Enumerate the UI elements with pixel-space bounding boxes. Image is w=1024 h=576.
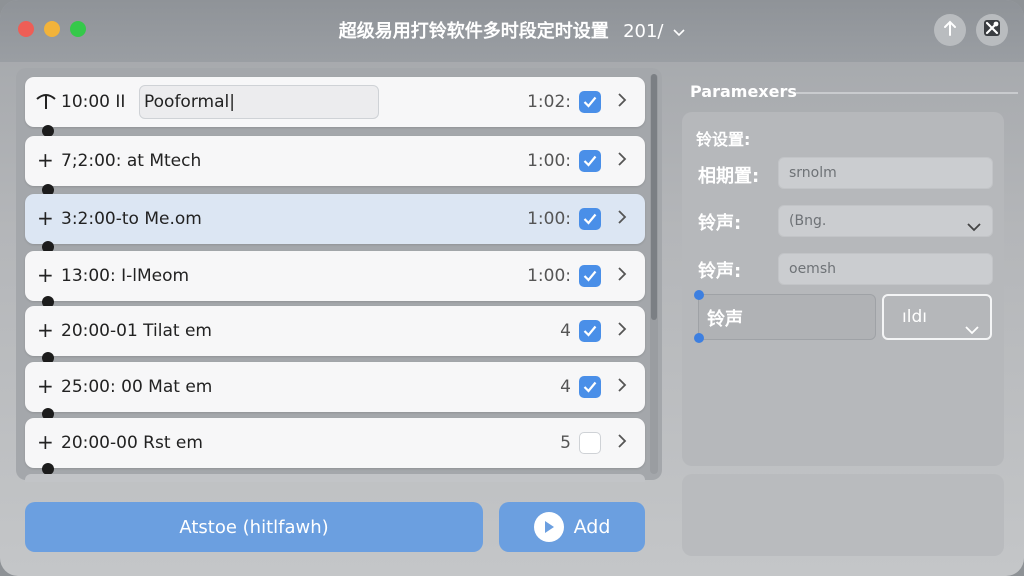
params-divider — [796, 92, 1018, 94]
chevron-right-icon[interactable] — [617, 209, 627, 229]
row-time-label: 25:00: 00 Mat em — [61, 377, 213, 397]
resize-handle-top[interactable] — [694, 290, 704, 300]
plus-icon[interactable]: + — [37, 432, 54, 452]
sound-select-value: (Bng. — [789, 213, 827, 229]
sound-option-value: ıldı — [902, 307, 927, 327]
chevron-right-icon[interactable] — [617, 321, 627, 341]
schedule-row[interactable]: 10:00 II 1:02: — [25, 77, 645, 127]
row-duration: 1:00: — [527, 209, 571, 229]
row-duration: 1:00: — [527, 151, 571, 171]
row-enabled-checkbox[interactable] — [579, 376, 601, 398]
field3-label: 铃声: — [698, 261, 742, 282]
plus-icon[interactable]: + — [37, 320, 54, 340]
sound-group-box[interactable]: 铃声 — [698, 294, 876, 340]
title-bar: 超级易用打铃软件多时段定时设置 201/ — [0, 0, 1024, 62]
chevron-down-icon — [964, 310, 980, 352]
row-time-label: 20:00-00 Rst em — [61, 433, 203, 453]
row-enabled-checkbox[interactable] — [579, 150, 601, 172]
field2-label: 铃声: — [698, 213, 742, 234]
field1-input[interactable]: srnolm — [778, 157, 993, 189]
row-time-label: 10:00 II — [61, 92, 126, 112]
sound-group-label: 铃声 — [707, 309, 743, 330]
schedule-row-selected[interactable]: + 3:2:00-to Me.om 1:00: — [25, 194, 645, 244]
plus-icon[interactable]: + — [37, 208, 54, 228]
row-duration: 1:02: — [527, 92, 571, 112]
row-enabled-checkbox[interactable] — [579, 208, 601, 230]
schedule-row[interactable]: + 20:00-00 Rst em 5 — [25, 418, 645, 468]
field1-value: srnolm — [789, 165, 837, 181]
chevron-right-icon[interactable] — [617, 151, 627, 171]
schedule-row[interactable]: + 25:00: 00 Mat em 4 — [25, 362, 645, 412]
field3-input[interactable]: oemsh — [778, 253, 993, 285]
app-window: 超级易用打铃软件多时段定时设置 201/ 10:00 II Pooformal|… — [0, 0, 1024, 576]
chevron-right-icon[interactable] — [617, 433, 627, 453]
schedule-row[interactable]: + 20:00-01 Tilat em 4 — [25, 306, 645, 356]
upload-button[interactable] — [934, 14, 966, 46]
params-bottom-panel — [682, 474, 1004, 556]
row-enabled-checkbox[interactable] — [579, 320, 601, 342]
plus-icon[interactable]: + — [37, 150, 54, 170]
plus-icon[interactable]: + — [37, 376, 54, 396]
params-heading: Paramexers — [690, 82, 797, 101]
row-time-label: 20:00-01 Tilat em — [61, 321, 212, 341]
primary-action-button[interactable]: Atstoe (hitlfawh) — [25, 502, 483, 552]
row-name-input[interactable] — [139, 85, 379, 119]
arrow-up-icon — [943, 20, 957, 40]
sound-option-select[interactable]: ıldı — [882, 294, 992, 340]
resize-handle-bottom[interactable] — [694, 333, 704, 343]
plus-icon[interactable]: + — [37, 265, 54, 285]
tools-icon — [982, 18, 1002, 42]
row-time-label: 13:00: I-lMeom — [61, 266, 190, 286]
partial-row — [25, 474, 645, 482]
bell-settings-label: 铃设置: — [696, 130, 751, 149]
row-enabled-checkbox[interactable] — [579, 432, 601, 454]
chevron-right-icon[interactable] — [617, 377, 627, 397]
sound-select[interactable]: (Bng. — [778, 205, 993, 237]
row-time-label: 7;2:00: at Mtech — [61, 151, 202, 171]
play-icon — [533, 512, 564, 542]
primary-action-label: Atstoe (hitlfawh) — [179, 516, 329, 538]
row-enabled-checkbox[interactable] — [579, 91, 601, 113]
field3-value: oemsh — [789, 261, 836, 277]
window-title-text: 超级易用打铃软件多时段定时设置 — [338, 21, 609, 42]
row-duration: 5 — [560, 433, 571, 453]
add-label: Add — [573, 516, 611, 538]
add-button[interactable]: Add — [499, 502, 645, 552]
scrollbar-thumb[interactable] — [651, 74, 657, 320]
chevron-down-icon — [966, 214, 982, 244]
field1-label: 相期置: — [698, 166, 760, 187]
row-duration: 4 — [560, 321, 571, 341]
row-enabled-checkbox[interactable] — [579, 265, 601, 287]
tools-button[interactable] — [976, 14, 1008, 46]
version-selector[interactable]: 201/ — [623, 21, 685, 42]
row-duration: 1:00: — [527, 266, 571, 286]
window-title: 超级易用打铃软件多时段定时设置 201/ — [0, 17, 1024, 43]
chevron-right-icon[interactable] — [617, 266, 627, 286]
chevron-right-icon[interactable] — [617, 92, 627, 112]
schedule-row[interactable]: + 13:00: I-lMeom 1:00: — [25, 251, 645, 301]
chevron-down-icon — [673, 26, 685, 41]
schedule-row[interactable]: + 7;2:00: at Mtech 1:00: — [25, 136, 645, 186]
version-text: 201/ — [623, 21, 664, 42]
row-time-label: 3:2:00-to Me.om — [61, 209, 202, 229]
row-duration: 4 — [560, 377, 571, 397]
bell-antenna-icon — [35, 91, 57, 115]
